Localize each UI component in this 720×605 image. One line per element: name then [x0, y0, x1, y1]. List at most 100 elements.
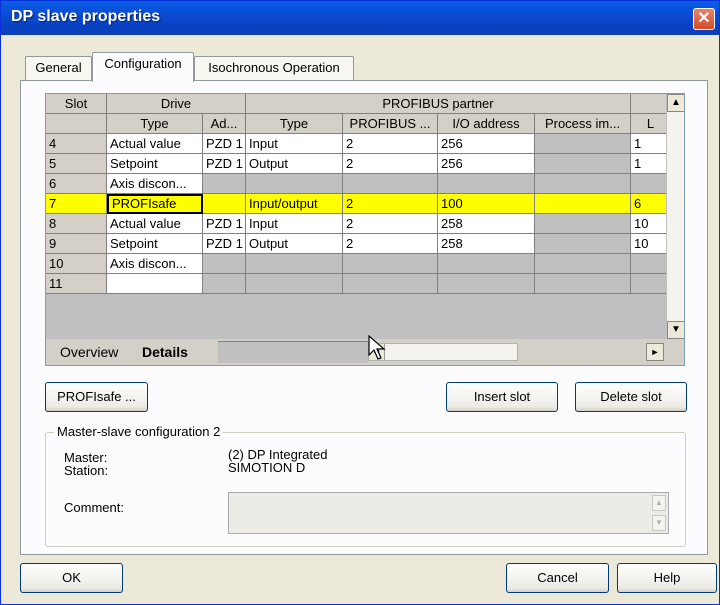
sheet-tab-details[interactable]: Details [142, 341, 188, 363]
ok-button[interactable]: OK [20, 563, 123, 593]
header-slot[interactable]: Slot [46, 94, 107, 114]
cell-io[interactable]: 256 [438, 154, 535, 174]
help-button[interactable]: Help [617, 563, 717, 593]
delete-slot-button[interactable]: Delete slot [575, 382, 687, 412]
cell-type[interactable] [107, 274, 203, 294]
header-partner-type[interactable]: Type [246, 114, 343, 134]
cell-type[interactable]: Actual value [107, 214, 203, 234]
cell-profibus[interactable] [343, 254, 438, 274]
cell-proc[interactable] [535, 174, 631, 194]
cell-proc[interactable] [535, 254, 631, 274]
cell-profibus[interactable]: 2 [343, 154, 438, 174]
window-title: DP slave properties [11, 8, 161, 25]
comment-scroll-down-icon[interactable]: ▼ [652, 515, 666, 531]
cell-io[interactable]: 258 [438, 234, 535, 254]
profisafe-button[interactable]: PROFIsafe ... [45, 382, 148, 412]
cell-addr[interactable]: PZD 1 [203, 234, 246, 254]
cell-profibus[interactable] [343, 274, 438, 294]
insert-slot-button[interactable]: Insert slot [446, 382, 558, 412]
cell-addr[interactable] [203, 194, 246, 214]
cell-slot[interactable]: 5 [46, 154, 107, 174]
grid-horizontal-scrollbar[interactable]: ◄ [368, 343, 518, 361]
cell-type[interactable]: Setpoint [107, 234, 203, 254]
header-drive[interactable]: Drive [107, 94, 246, 114]
cell-len[interactable] [631, 254, 671, 274]
title-bar[interactable]: DP slave properties ✕ [1, 1, 719, 35]
cell-slot[interactable]: 8 [46, 214, 107, 234]
cell-proc[interactable] [535, 134, 631, 154]
tab-general[interactable]: General [25, 56, 92, 80]
cell-ptype[interactable] [246, 254, 343, 274]
cell-slot[interactable]: 6 [46, 174, 107, 194]
comment-field[interactable]: ▲ ▼ [228, 492, 669, 534]
cell-len[interactable]: 1 [631, 154, 671, 174]
cell-type[interactable]: Setpoint [107, 154, 203, 174]
cell-addr[interactable] [203, 254, 246, 274]
cell-ptype[interactable] [246, 274, 343, 294]
cell-proc[interactable] [535, 154, 631, 174]
cell-ptype[interactable] [246, 174, 343, 194]
header-length[interactable]: L [631, 114, 671, 134]
cell-ptype[interactable]: Input [246, 214, 343, 234]
tab-isochronous-operation[interactable]: Isochronous Operation [194, 56, 354, 80]
cell-addr[interactable]: PZD 1 [203, 134, 246, 154]
cell-type[interactable]: Actual value [107, 134, 203, 154]
cancel-button[interactable]: Cancel [506, 563, 609, 593]
cell-len[interactable] [631, 274, 671, 294]
cell-ptype[interactable]: Output [246, 234, 343, 254]
sheet-tab-overview[interactable]: Overview [60, 341, 118, 363]
mouse-cursor-icon [368, 335, 386, 360]
cell-addr[interactable]: PZD 1 [203, 214, 246, 234]
scroll-up-icon[interactable]: ▲ [667, 94, 684, 112]
cell-len[interactable]: 6 [631, 194, 671, 214]
cell-slot[interactable]: 9 [46, 234, 107, 254]
cell-type[interactable]: Axis discon... [107, 174, 203, 194]
cell-addr[interactable] [203, 274, 246, 294]
cell-proc[interactable] [535, 214, 631, 234]
cell-slot[interactable]: 11 [46, 274, 107, 294]
cell-profibus[interactable]: 2 [343, 214, 438, 234]
cell-slot[interactable]: 7 [46, 194, 107, 214]
close-button[interactable]: ✕ [693, 8, 715, 30]
cell-io[interactable]: 256 [438, 134, 535, 154]
header-profibus[interactable]: PROFIBUS ... [343, 114, 438, 134]
cell-ptype[interactable]: Input/output [246, 194, 343, 214]
cell-len[interactable]: 10 [631, 214, 671, 234]
cell-profibus[interactable]: 2 [343, 134, 438, 154]
cell-slot[interactable]: 10 [46, 254, 107, 274]
cell-io[interactable]: 258 [438, 214, 535, 234]
scroll-right-icon[interactable]: ► [646, 343, 664, 361]
cell-io[interactable] [438, 274, 535, 294]
cell-ptype[interactable]: Output [246, 154, 343, 174]
cell-proc[interactable] [535, 274, 631, 294]
cell-io[interactable] [438, 174, 535, 194]
header-type[interactable]: Type [107, 114, 203, 134]
cell-addr[interactable] [203, 174, 246, 194]
grid-vertical-scrollbar[interactable]: ▲ ▼ [666, 94, 684, 339]
cell-len[interactable] [631, 174, 671, 194]
cell-io[interactable]: 100 [438, 194, 535, 214]
cell-len[interactable]: 10 [631, 234, 671, 254]
header-profibus-partner[interactable]: PROFIBUS partner [246, 94, 631, 114]
cell-proc[interactable] [535, 194, 631, 214]
slot-grid[interactable]: Slot Drive PROFIBUS partner Type Ad... T… [45, 93, 685, 366]
cell-proc[interactable] [535, 234, 631, 254]
header-io-address[interactable]: I/O address [438, 114, 535, 134]
sheet-tab-details-label: Details [142, 344, 188, 360]
cell-type[interactable]: Axis discon... [107, 254, 203, 274]
header-process-image[interactable]: Process im... [535, 114, 631, 134]
comment-scroll-up-icon[interactable]: ▲ [652, 495, 666, 511]
cell-type[interactable]: PROFIsafe [107, 194, 203, 214]
cell-io[interactable] [438, 254, 535, 274]
cell-len[interactable]: 1 [631, 134, 671, 154]
cell-profibus[interactable]: 2 [343, 234, 438, 254]
tab-isochronous-label: Isochronous Operation [208, 60, 340, 75]
header-address[interactable]: Ad... [203, 114, 246, 134]
cell-slot[interactable]: 4 [46, 134, 107, 154]
cell-ptype[interactable]: Input [246, 134, 343, 154]
tab-configuration[interactable]: Configuration [92, 52, 194, 82]
cell-addr[interactable]: PZD 1 [203, 154, 246, 174]
scroll-down-icon[interactable]: ▼ [667, 321, 684, 339]
cell-profibus[interactable] [343, 174, 438, 194]
cell-profibus[interactable]: 2 [343, 194, 438, 214]
